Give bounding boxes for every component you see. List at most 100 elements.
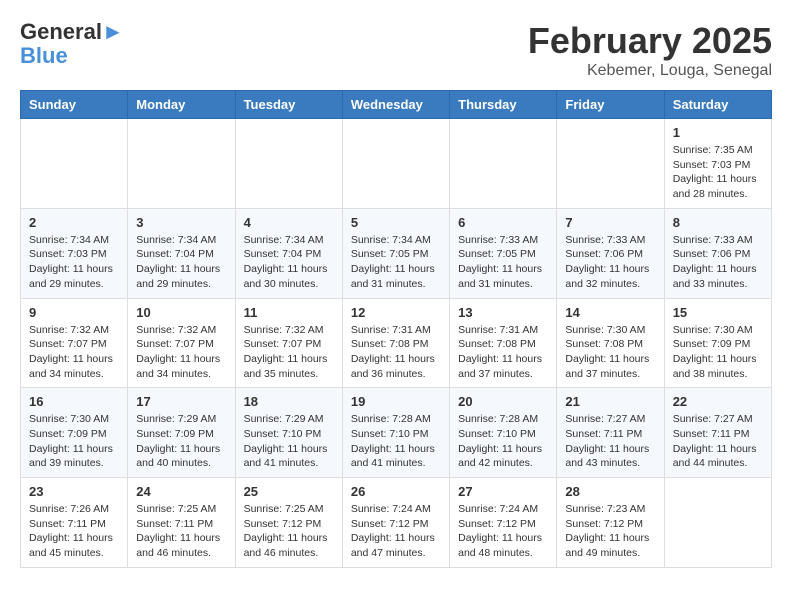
- weekday-header-row: SundayMondayTuesdayWednesdayThursdayFrid…: [21, 91, 772, 119]
- calendar-cell: 24 Sunrise: 7:25 AM Sunset: 7:11 PM Dayli…: [128, 478, 235, 568]
- day-info: Sunrise: 7:23 AM Sunset: 7:12 PM Dayligh…: [565, 502, 655, 561]
- calendar-cell: 26 Sunrise: 7:24 AM Sunset: 7:12 PM Dayli…: [342, 478, 449, 568]
- weekday-header-thursday: Thursday: [450, 91, 557, 119]
- week-row-4: 23Sunrise: 7:26 AM Sunset: 7:11 PM Dayli…: [21, 478, 772, 568]
- day-number: 28: [565, 484, 655, 499]
- calendar-cell: 7Sunrise: 7:33 AM Sunset: 7:06 PM Daylig…: [557, 208, 664, 298]
- day-number: 15: [673, 305, 763, 320]
- weekday-header-wednesday: Wednesday: [342, 91, 449, 119]
- day-number: 8: [673, 215, 763, 230]
- day-info: Sunrise: 7:33 AM Sunset: 7:05 PM Dayligh…: [458, 233, 548, 292]
- calendar-cell: 8 Sunrise: 7:33 AM Sunset: 7:06 PM Daylig…: [664, 208, 771, 298]
- day-number: 18: [244, 394, 334, 409]
- day-info: Sunrise: 7:32 AM Sunset: 7:07 PM Dayligh…: [244, 323, 334, 382]
- day-info: Sunrise: 7:29 AM Sunset: 7:09 PM Dayligh…: [136, 412, 226, 471]
- calendar-cell: 1Sunrise: 7:35 AM Sunset: 7:03 PM Daylig…: [664, 119, 771, 209]
- day-info: Sunrise: 7:30 AM Sunset: 7:08 PM Dayligh…: [565, 323, 655, 382]
- calendar-cell: 14 Sunrise: 7:30 AM Sunset: 7:08 PM Dayli…: [557, 298, 664, 388]
- day-info: Sunrise: 7:25 AM Sunset: 7:12 PM Dayligh…: [244, 502, 334, 561]
- weekday-header-monday: Monday: [128, 91, 235, 119]
- calendar-cell: [450, 119, 557, 209]
- day-number: 3: [136, 215, 226, 230]
- day-number: 9: [29, 305, 119, 320]
- day-info: Sunrise: 7:28 AM Sunset: 7:10 PM Dayligh…: [351, 412, 441, 471]
- day-number: 27: [458, 484, 548, 499]
- day-number: 1: [673, 125, 763, 140]
- calendar-cell: 28 Sunrise: 7:23 AM Sunset: 7:12 PM Dayli…: [557, 478, 664, 568]
- day-number: 4: [244, 215, 334, 230]
- calendar-cell: 3 Sunrise: 7:34 AM Sunset: 7:04 PM Daylig…: [128, 208, 235, 298]
- day-number: 10: [136, 305, 226, 320]
- calendar-cell: [235, 119, 342, 209]
- calendar-cell: 15 Sunrise: 7:30 AM Sunset: 7:09 PM Dayli…: [664, 298, 771, 388]
- day-info: Sunrise: 7:30 AM Sunset: 7:09 PM Dayligh…: [29, 412, 119, 471]
- day-info: Sunrise: 7:25 AM Sunset: 7:11 PM Dayligh…: [136, 502, 226, 561]
- day-number: 17: [136, 394, 226, 409]
- day-number: 25: [244, 484, 334, 499]
- week-row-2: 9 Sunrise: 7:32 AM Sunset: 7:07 PM Daylig…: [21, 298, 772, 388]
- calendar-cell: 21 Sunrise: 7:27 AM Sunset: 7:11 PM Dayli…: [557, 388, 664, 478]
- day-info: Sunrise: 7:34 AM Sunset: 7:04 PM Dayligh…: [244, 233, 334, 292]
- day-number: 2: [29, 215, 119, 230]
- logo-text-line1: General►: [20, 20, 124, 44]
- calendar-cell: 20Sunrise: 7:28 AM Sunset: 7:10 PM Dayli…: [450, 388, 557, 478]
- calendar-cell: 25 Sunrise: 7:25 AM Sunset: 7:12 PM Dayli…: [235, 478, 342, 568]
- day-number: 7: [565, 215, 655, 230]
- day-info: Sunrise: 7:32 AM Sunset: 7:07 PM Dayligh…: [29, 323, 119, 382]
- weekday-header-tuesday: Tuesday: [235, 91, 342, 119]
- calendar-cell: 19 Sunrise: 7:28 AM Sunset: 7:10 PM Dayli…: [342, 388, 449, 478]
- calendar-cell: [342, 119, 449, 209]
- weekday-header-friday: Friday: [557, 91, 664, 119]
- day-info: Sunrise: 7:24 AM Sunset: 7:12 PM Dayligh…: [458, 502, 548, 561]
- calendar-cell: 23Sunrise: 7:26 AM Sunset: 7:11 PM Dayli…: [21, 478, 128, 568]
- day-number: 5: [351, 215, 441, 230]
- calendar-cell: 17 Sunrise: 7:29 AM Sunset: 7:09 PM Dayli…: [128, 388, 235, 478]
- day-info: Sunrise: 7:27 AM Sunset: 7:11 PM Dayligh…: [565, 412, 655, 471]
- subtitle: Kebemer, Louga, Senegal: [528, 62, 772, 80]
- calendar-cell: 13 Sunrise: 7:31 AM Sunset: 7:08 PM Dayli…: [450, 298, 557, 388]
- title-block: February 2025 Kebemer, Louga, Senegal: [528, 20, 772, 80]
- day-info: Sunrise: 7:33 AM Sunset: 7:06 PM Dayligh…: [673, 233, 763, 292]
- calendar-cell: 16 Sunrise: 7:30 AM Sunset: 7:09 PM Dayli…: [21, 388, 128, 478]
- calendar-cell: 9 Sunrise: 7:32 AM Sunset: 7:07 PM Daylig…: [21, 298, 128, 388]
- calendar-cell: 22Sunrise: 7:27 AM Sunset: 7:11 PM Dayli…: [664, 388, 771, 478]
- week-row-1: 2Sunrise: 7:34 AM Sunset: 7:03 PM Daylig…: [21, 208, 772, 298]
- day-info: Sunrise: 7:34 AM Sunset: 7:04 PM Dayligh…: [136, 233, 226, 292]
- page-header: General► Blue February 2025 Kebemer, Lou…: [20, 20, 772, 80]
- day-number: 23: [29, 484, 119, 499]
- day-number: 16: [29, 394, 119, 409]
- day-number: 22: [673, 394, 763, 409]
- calendar-cell: 6 Sunrise: 7:33 AM Sunset: 7:05 PM Daylig…: [450, 208, 557, 298]
- day-number: 11: [244, 305, 334, 320]
- day-info: Sunrise: 7:31 AM Sunset: 7:08 PM Dayligh…: [351, 323, 441, 382]
- calendar-cell: 5 Sunrise: 7:34 AM Sunset: 7:05 PM Daylig…: [342, 208, 449, 298]
- day-info: Sunrise: 7:30 AM Sunset: 7:09 PM Dayligh…: [673, 323, 763, 382]
- day-number: 14: [565, 305, 655, 320]
- day-number: 13: [458, 305, 548, 320]
- calendar-cell: [128, 119, 235, 209]
- calendar-cell: 18 Sunrise: 7:29 AM Sunset: 7:10 PM Dayli…: [235, 388, 342, 478]
- calendar-cell: 27 Sunrise: 7:24 AM Sunset: 7:12 PM Dayli…: [450, 478, 557, 568]
- day-number: 20: [458, 394, 548, 409]
- calendar-cell: [557, 119, 664, 209]
- logo: General► Blue: [20, 20, 124, 68]
- calendar-cell: 11 Sunrise: 7:32 AM Sunset: 7:07 PM Dayli…: [235, 298, 342, 388]
- day-info: Sunrise: 7:32 AM Sunset: 7:07 PM Dayligh…: [136, 323, 226, 382]
- day-number: 24: [136, 484, 226, 499]
- calendar-cell: [664, 478, 771, 568]
- day-info: Sunrise: 7:34 AM Sunset: 7:05 PM Dayligh…: [351, 233, 441, 292]
- weekday-header-saturday: Saturday: [664, 91, 771, 119]
- week-row-3: 16 Sunrise: 7:30 AM Sunset: 7:09 PM Dayli…: [21, 388, 772, 478]
- calendar-table: SundayMondayTuesdayWednesdayThursdayFrid…: [20, 90, 772, 568]
- day-info: Sunrise: 7:29 AM Sunset: 7:10 PM Dayligh…: [244, 412, 334, 471]
- month-title: February 2025: [528, 20, 772, 62]
- calendar-cell: 12 Sunrise: 7:31 AM Sunset: 7:08 PM Dayli…: [342, 298, 449, 388]
- day-number: 19: [351, 394, 441, 409]
- day-number: 21: [565, 394, 655, 409]
- day-number: 26: [351, 484, 441, 499]
- day-number: 6: [458, 215, 548, 230]
- day-info: Sunrise: 7:24 AM Sunset: 7:12 PM Dayligh…: [351, 502, 441, 561]
- day-info: Sunrise: 7:31 AM Sunset: 7:08 PM Dayligh…: [458, 323, 548, 382]
- calendar-cell: 4 Sunrise: 7:34 AM Sunset: 7:04 PM Daylig…: [235, 208, 342, 298]
- day-number: 12: [351, 305, 441, 320]
